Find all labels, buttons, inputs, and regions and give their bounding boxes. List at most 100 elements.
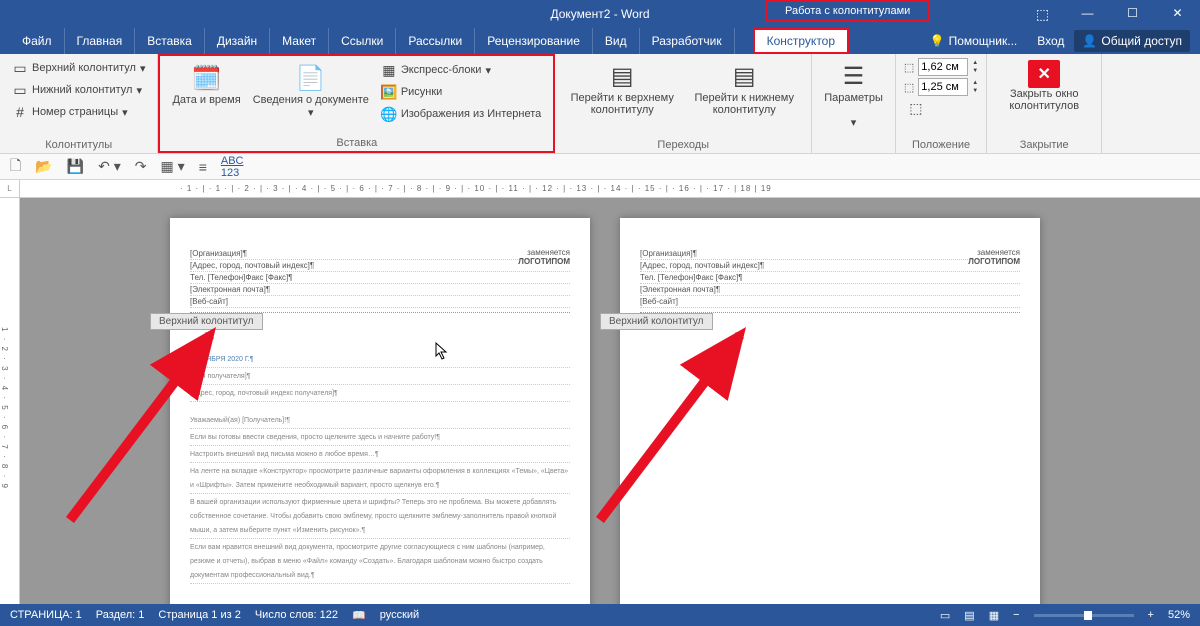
undo-button[interactable]: ↶ ▾ [98, 158, 121, 175]
group-options: ☰ Параметры▾ [812, 54, 896, 153]
share-button[interactable]: 👤 Общий доступ [1074, 30, 1190, 52]
bottom-margin-icon: ⬚ [904, 81, 914, 94]
web-layout-icon[interactable]: ▦ [989, 609, 999, 622]
org-placeholder: [Организация]¶ [Адрес, город, почтовый и… [190, 248, 570, 308]
open-button[interactable]: 📂 [35, 158, 52, 175]
header-bottom-button[interactable]: ▭Нижний колонтитул ▾ [8, 80, 149, 100]
proofing-icon[interactable]: 📖 [352, 609, 366, 622]
page-1[interactable]: заменяется ЛОГОТИПОМ [Организация]¶ [Адр… [170, 218, 590, 608]
document-title: Документ2 - Word [550, 7, 649, 21]
pages-container: заменяется ЛОГОТИПОМ [Организация]¶ [Адр… [20, 198, 1200, 608]
header-from-top-input[interactable]: ⬚ ▲▼ [904, 58, 978, 76]
goto-footer-icon: ▤ [728, 60, 760, 92]
params-button[interactable]: ☰ Параметры▾ [820, 58, 887, 131]
title-bar: Документ2 - Word Работа с колонтитулами … [0, 0, 1200, 28]
word-count-button[interactable]: ABC123 [221, 155, 244, 179]
horizontal-ruler[interactable]: · 1 · | · 1 · | · 2 · | · 3 · | · 4 · | … [20, 180, 1200, 198]
group-label: Колонтитулы [8, 137, 149, 151]
status-bar: СТРАНИЦА: 1 Раздел: 1 Страница 1 из 2 Чи… [0, 604, 1200, 626]
header-marker-tab: Верхний колонтитул [600, 313, 713, 330]
page-number-button[interactable]: #Номер страницы ▾ [8, 102, 149, 122]
paragraph-button[interactable]: ≡ [199, 159, 207, 175]
tab-file[interactable]: Файл [10, 28, 65, 54]
tell-me[interactable]: 💡 Помощник... [920, 34, 1028, 48]
page-2[interactable]: заменяется ЛОГОТИПОМ [Организация]¶ [Адр… [620, 218, 1040, 608]
online-pictures-button[interactable]: 🌐Изображения из Интернета [377, 104, 545, 124]
maximize-button[interactable]: ☐ [1110, 6, 1155, 23]
group-insert: 🗓️ Дата и время 📄 Сведения о документе ▾… [158, 54, 555, 153]
signin-link[interactable]: Вход [1027, 34, 1074, 48]
logo-placeholder: заменяется ЛОГОТИПОМ [518, 248, 570, 266]
quickparts-button[interactable]: ▦Экспресс-блоки ▾ [377, 60, 545, 80]
datetime-button[interactable]: 🗓️ Дата и время [168, 60, 244, 108]
table-button[interactable]: ▦ ▾ [161, 158, 185, 175]
org-placeholder: [Организация]¶ [Адрес, город, почтовый и… [640, 248, 1020, 308]
print-layout-icon[interactable]: ▤ [964, 609, 974, 622]
goto-footer-button[interactable]: ▤ Перейти к нижнему колонтитулу [685, 58, 803, 118]
group-position: ⬚ ▲▼ ⬚ ▲▼ ⬚ Положение [896, 54, 987, 153]
quickparts-icon: ▦ [381, 62, 397, 78]
picture-icon: 🖼️ [381, 84, 397, 100]
vertical-ruler[interactable]: 1 · 2 · 3 · 4 · 5 · 6 · 7 · 8 · 9 [0, 198, 20, 608]
status-page-of[interactable]: Страница 1 из 2 [158, 609, 240, 621]
group-headers: ▭Верхний колонтитул ▾ ▭Нижний колонтитул… [0, 54, 158, 153]
redo-button[interactable]: ↷ [135, 158, 147, 175]
tab-insert[interactable]: Вставка [135, 28, 205, 54]
ribbon-options-icon[interactable]: ⬚ [1020, 6, 1065, 23]
close-header-footer-button[interactable]: ✕ Закрыть окно колонтитулов [995, 58, 1093, 114]
document-icon: 📄 [295, 62, 327, 94]
status-language[interactable]: русский [380, 609, 419, 621]
tab-design[interactable]: Дизайн [205, 28, 270, 54]
tab-references[interactable]: Ссылки [329, 28, 396, 54]
tab-developer[interactable]: Разработчик [640, 28, 735, 54]
zoom-slider[interactable] [1034, 614, 1134, 617]
header-marker-tab: Верхний колонтитул [150, 313, 263, 330]
ruler-area: L · 1 · | · 1 · | · 2 · | · 3 · | · 4 · … [0, 180, 1200, 198]
align-icon: ⬚ [908, 100, 924, 116]
page-header[interactable]: заменяется ЛОГОТИПОМ [Организация]¶ [Адр… [190, 248, 570, 313]
goto-header-button[interactable]: ▤ Перейти к верхнему колонтитулу [563, 58, 681, 118]
read-mode-icon[interactable]: ▭ [940, 609, 950, 622]
group-label: Положение [904, 137, 978, 151]
tab-review[interactable]: Рецензирование [475, 28, 593, 54]
ribbon-tabs: Файл Главная Вставка Дизайн Макет Ссылки… [0, 28, 1200, 54]
group-label: Закрытие [995, 137, 1093, 151]
zoom-level[interactable]: 52% [1168, 609, 1190, 621]
zoom-out-button[interactable]: − [1013, 609, 1019, 621]
new-doc-button[interactable]: 🗋 [10, 155, 21, 179]
context-tab-title: Работа с колонтитулами [765, 0, 930, 22]
group-label: Вставка [168, 135, 545, 149]
align-tab-button[interactable]: ⬚ [904, 98, 978, 118]
group-close: ✕ Закрыть окно колонтитулов Закрытие [987, 54, 1102, 153]
zoom-in-button[interactable]: + [1148, 609, 1154, 621]
status-page[interactable]: СТРАНИЦА: 1 [10, 609, 82, 621]
document-area: 1 · 2 · 3 · 4 · 5 · 6 · 7 · 8 · 9 заменя… [0, 198, 1200, 608]
tab-constructor[interactable]: Конструктор [753, 28, 849, 54]
goto-header-icon: ▤ [606, 60, 638, 92]
page-header[interactable]: заменяется ЛОГОТИПОМ [Организация]¶ [Адр… [640, 248, 1020, 313]
tab-view[interactable]: Вид [593, 28, 640, 54]
save-button[interactable]: 💾 [67, 158, 84, 175]
ribbon: ▭Верхний колонтитул ▾ ▭Нижний колонтитул… [0, 54, 1200, 154]
header-top-button[interactable]: ▭Верхний колонтитул ▾ [8, 58, 149, 78]
docinfo-button[interactable]: 📄 Сведения о документе ▾ [249, 60, 373, 121]
ruler-corner: L [0, 180, 20, 198]
calendar-icon: 🗓️ [191, 62, 223, 94]
group-navigation: ▤ Перейти к верхнему колонтитулу ▤ Перей… [555, 54, 812, 153]
tab-layout[interactable]: Макет [270, 28, 329, 54]
pictures-button[interactable]: 🖼️Рисунки [377, 82, 545, 102]
logo-placeholder: заменяется ЛОГОТИПОМ [968, 248, 1020, 266]
params-icon: ☰ [838, 60, 870, 92]
status-section[interactable]: Раздел: 1 [96, 609, 145, 621]
page-body[interactable]: 0 НОЯБРЯ 2020 Г.¶ [Имя получателя]¶ [Адр… [190, 353, 570, 584]
tab-mailings[interactable]: Рассылки [396, 28, 475, 54]
minimize-button[interactable]: — [1065, 6, 1110, 23]
quick-access-toolbar: 🗋 📂 💾 ↶ ▾ ↷ ▦ ▾ ≡ ABC123 [0, 154, 1200, 180]
online-picture-icon: 🌐 [381, 106, 397, 122]
header-icon: ▭ [12, 60, 28, 76]
footer-icon: ▭ [12, 82, 28, 98]
footer-from-bottom-input[interactable]: ⬚ ▲▼ [904, 78, 978, 96]
close-button[interactable]: ✕ [1155, 6, 1200, 23]
status-words[interactable]: Число слов: 122 [255, 609, 338, 621]
tab-home[interactable]: Главная [65, 28, 136, 54]
